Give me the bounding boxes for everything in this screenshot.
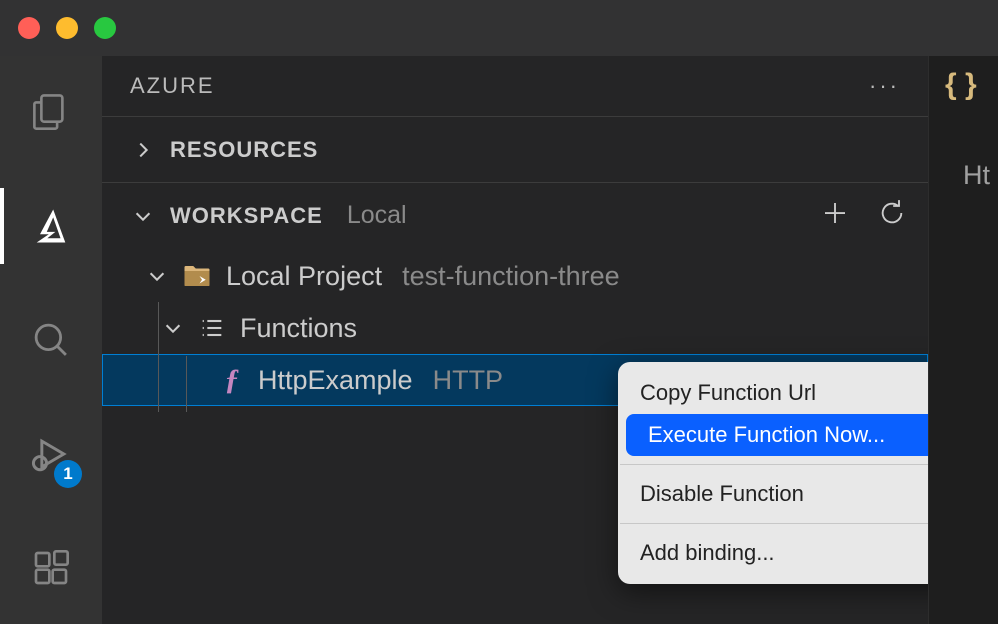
refresh-button[interactable] (878, 199, 906, 232)
indent-guide (158, 302, 159, 412)
resources-section-header[interactable]: RESOURCES (102, 116, 928, 182)
minimize-window-button[interactable] (56, 17, 78, 39)
section-title: WORKSPACE (170, 203, 323, 229)
debug-badge: 1 (54, 460, 82, 488)
sidebar-header: AZURE ··· (102, 56, 928, 116)
section-title: RESOURCES (170, 137, 318, 163)
breadcrumb-fragment[interactable]: Ht (963, 160, 990, 191)
menu-execute-function-now[interactable]: Execute Function Now... (626, 414, 956, 456)
editor-pane: { } Ht (928, 56, 998, 624)
indent-guide (186, 356, 187, 412)
sidebar-title: AZURE (130, 73, 215, 99)
azure-icon (29, 204, 73, 248)
explorer-activity[interactable] (0, 82, 102, 142)
chevron-down-icon (146, 265, 168, 287)
section-subtitle: Local (347, 201, 407, 230)
context-menu: Copy Function Url Execute Function Now..… (618, 362, 964, 584)
chevron-down-icon (132, 205, 154, 227)
tree-label: Functions (240, 313, 357, 344)
extensions-activity[interactable] (0, 538, 102, 598)
chevron-down-icon (162, 317, 184, 339)
menu-separator (620, 464, 962, 465)
window-titlebar (0, 0, 998, 56)
search-icon (30, 319, 72, 361)
maximize-window-button[interactable] (94, 17, 116, 39)
debug-activity[interactable]: 1 (0, 424, 102, 484)
plus-icon (820, 198, 850, 228)
tree-row-functions[interactable]: Functions (102, 302, 928, 354)
json-braces-icon: { } (945, 68, 977, 102)
sidebar-more-button[interactable]: ··· (869, 73, 900, 99)
workspace-section-header[interactable]: WORKSPACE Local (102, 182, 928, 248)
function-icon: ƒ (220, 363, 244, 397)
files-icon (30, 91, 72, 133)
project-folder-icon (182, 261, 212, 291)
azure-activity[interactable] (0, 196, 102, 256)
project-name: test-function-three (402, 261, 620, 292)
refresh-icon (878, 199, 906, 227)
close-window-button[interactable] (18, 17, 40, 39)
traffic-lights (18, 17, 116, 39)
search-activity[interactable] (0, 310, 102, 370)
tree-row-project[interactable]: Local Project test-function-three (102, 250, 928, 302)
tree-label: Local Project (226, 261, 382, 292)
function-kind: HTTP (433, 365, 504, 396)
extensions-icon (31, 548, 71, 588)
activity-bar: 1 (0, 56, 102, 624)
chevron-right-icon (132, 139, 154, 161)
add-button[interactable] (820, 198, 850, 233)
menu-add-binding[interactable]: Add binding... (618, 532, 964, 574)
function-name: HttpExample (258, 365, 413, 396)
menu-disable-function[interactable]: Disable Function (618, 473, 964, 515)
list-icon (198, 314, 226, 342)
menu-separator (620, 523, 962, 524)
azure-sidebar: AZURE ··· RESOURCES WORKSPACE Local (102, 56, 928, 624)
menu-copy-function-url[interactable]: Copy Function Url (618, 372, 964, 414)
